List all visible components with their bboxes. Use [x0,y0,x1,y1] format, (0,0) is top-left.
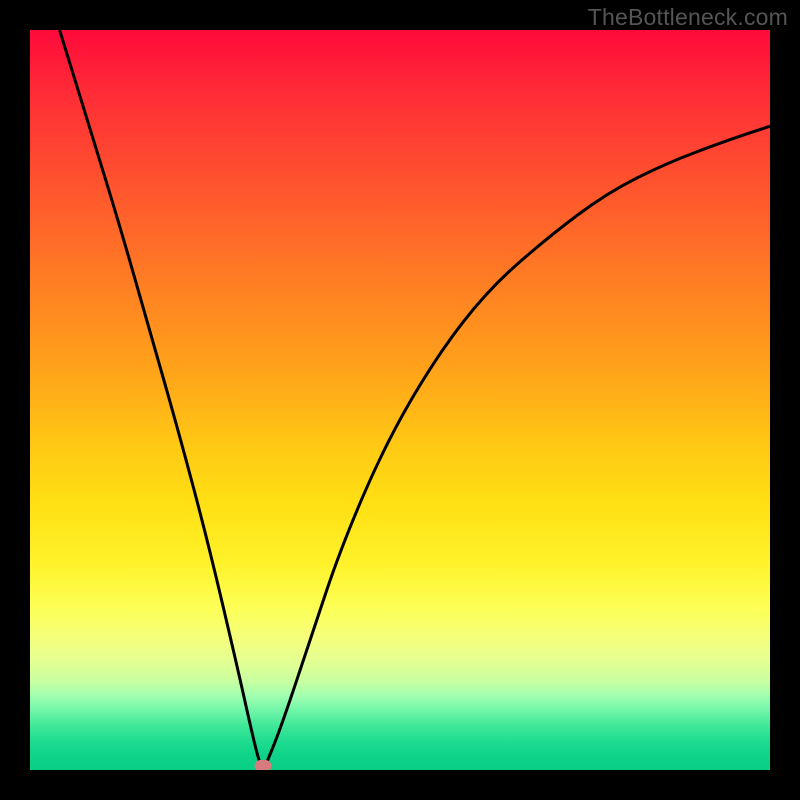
bottleneck-curve [60,30,770,768]
curve-layer [30,30,770,770]
watermark-text: TheBottleneck.com [588,4,788,31]
min-marker [255,760,272,770]
plot-area [30,30,770,770]
chart-frame: TheBottleneck.com [0,0,800,800]
